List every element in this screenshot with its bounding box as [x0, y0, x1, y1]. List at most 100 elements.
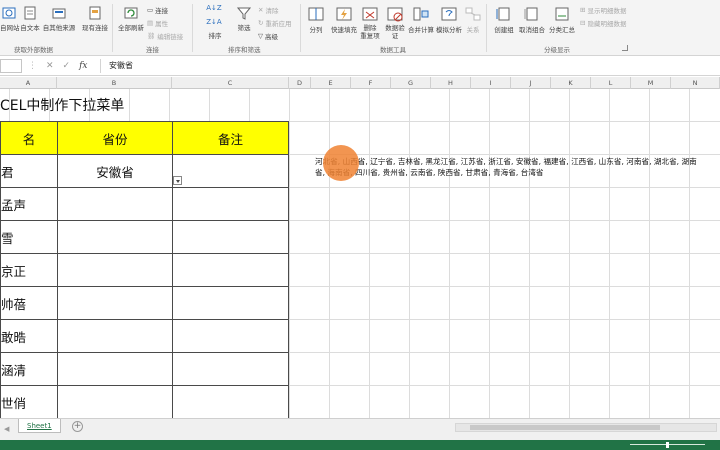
province-cell[interactable] — [57, 286, 173, 320]
consolidate-button[interactable]: 合并计算 — [408, 6, 434, 34]
web-icon — [2, 7, 16, 19]
name-box[interactable] — [0, 59, 22, 73]
tab-prev-icon[interactable]: ◀ — [4, 425, 9, 433]
advanced-filter-button[interactable]: ▽ 高级 — [258, 31, 278, 41]
column-header-c[interactable]: C — [172, 77, 289, 89]
worksheet-grid[interactable]: CEL中制作下拉菜单 名 省份 备注 君 安徽省 孟声 雪 京正 帅蓓 敢晧 涵… — [0, 89, 720, 418]
filter-button[interactable]: 筛选 — [234, 6, 254, 32]
clear-filter-button[interactable]: ✕ 清除 — [258, 5, 278, 15]
from-web-button[interactable]: 自网站 — [0, 6, 20, 32]
column-header-e[interactable]: E — [311, 77, 351, 89]
data-validation-button[interactable]: 数据验 证 — [384, 6, 406, 40]
horizontal-scrollbar[interactable] — [455, 423, 717, 432]
note-cell[interactable] — [172, 352, 289, 386]
column-header-d[interactable]: D — [289, 77, 311, 89]
note-cell[interactable] — [172, 253, 289, 287]
reapply-button[interactable]: ↻ 重新应用 — [258, 18, 291, 28]
remove-duplicates-label: 删除 重复项 — [360, 24, 380, 40]
filter-label: 筛选 — [237, 24, 251, 32]
province-cell[interactable] — [57, 319, 173, 353]
column-header-f[interactable]: F — [351, 77, 391, 89]
name-cell[interactable]: 京正 — [0, 253, 58, 287]
from-text-button[interactable]: 自文本 — [20, 6, 40, 32]
province-cell[interactable] — [57, 187, 173, 221]
add-sheet-icon[interactable]: + — [72, 421, 83, 432]
show-detail-button[interactable]: ⊞ 显示明细数据 — [580, 5, 626, 15]
properties-button[interactable]: ▤ 属性 — [147, 18, 168, 28]
edit-links-label: 编辑链接 — [157, 33, 184, 41]
text-to-columns-button[interactable]: 分列 — [306, 6, 326, 34]
province-cell[interactable] — [57, 253, 173, 287]
province-cell[interactable] — [57, 352, 173, 386]
header-cell-province[interactable]: 省份 — [57, 121, 173, 155]
note-cell[interactable] — [172, 187, 289, 221]
connections-button[interactable]: ▭ 连接 — [147, 5, 168, 15]
sort-az-button[interactable]: A↓Z — [204, 4, 224, 14]
name-cell[interactable]: 帅蓓 — [0, 286, 58, 320]
note-cell[interactable] — [172, 154, 289, 188]
formula-input[interactable]: 安徽省 — [100, 59, 720, 73]
sort-za-button[interactable]: Z↓A — [204, 18, 224, 28]
clear-filter-label: 清除 — [265, 7, 279, 15]
column-header-b[interactable]: B — [57, 77, 172, 89]
column-header-h[interactable]: H — [431, 77, 471, 89]
edit-links-button[interactable]: ⛓ 编辑链接 — [147, 31, 183, 41]
advanced-filter-label: 高级 — [265, 33, 278, 41]
column-header-n[interactable]: N — [671, 77, 720, 89]
province-cell-selected[interactable]: 安徽省 — [57, 154, 173, 188]
ungroup-button[interactable]: 取消组合 — [518, 6, 546, 34]
sheet-title[interactable]: CEL中制作下拉菜单 — [0, 95, 124, 115]
show-detail-label: 显示明细数据 — [587, 7, 627, 15]
name-cell[interactable]: 雪 — [0, 220, 58, 254]
enter-icon[interactable]: ✓ — [63, 61, 71, 71]
ungroup-icon — [524, 7, 538, 21]
cancel-icon[interactable]: ✕ — [46, 61, 54, 71]
note-cell[interactable] — [172, 286, 289, 320]
refresh-all-button[interactable]: 全部刷新 — [116, 6, 146, 32]
header-cell-name[interactable]: 名 — [0, 121, 58, 155]
name-cell[interactable]: 敢晧 — [0, 319, 58, 353]
column-header-k[interactable]: K — [551, 77, 591, 89]
subtotal-button[interactable]: 分类汇总 — [548, 6, 576, 34]
province-cell[interactable] — [57, 220, 173, 254]
relationships-button[interactable]: 关系 — [464, 6, 482, 34]
dropdown-arrow-icon[interactable] — [173, 176, 182, 185]
province-cell[interactable] — [57, 385, 173, 418]
column-header-m[interactable]: M — [631, 77, 671, 89]
name-cell[interactable]: 世俏 — [0, 385, 58, 418]
data-validation-label: 数据验 证 — [385, 24, 405, 40]
existing-connections-button[interactable]: 现有连接 — [80, 6, 110, 32]
note-cell[interactable] — [172, 319, 289, 353]
table-row: 君 安徽省 — [0, 154, 289, 188]
data-validation-icon — [387, 7, 403, 22]
clear-filter-icon: ✕ — [258, 6, 264, 14]
name-cell[interactable]: 涵清 — [0, 352, 58, 386]
hide-detail-button[interactable]: ⊟ 隐藏明细数据 — [580, 18, 626, 28]
column-header-g[interactable]: G — [391, 77, 431, 89]
zoom-slider-thumb[interactable] — [666, 442, 669, 448]
flash-fill-button[interactable]: 快速填充 — [330, 6, 358, 34]
group-button[interactable]: 创建组 — [492, 6, 516, 34]
column-header-j[interactable]: J — [511, 77, 551, 89]
column-header-a[interactable]: A — [0, 77, 57, 89]
column-header-i[interactable]: I — [471, 77, 511, 89]
outline-dialog-launcher-icon[interactable] — [622, 45, 628, 51]
column-header-l[interactable]: L — [591, 77, 631, 89]
insert-function-icon[interactable]: fx — [79, 61, 87, 71]
province-list-line-1[interactable]: 河北省, 山西省, 辽宁省, 吉林省, 黑龙江省, 江苏省, 浙江省, 安徽省,… — [315, 156, 697, 167]
name-cell[interactable]: 君 — [0, 154, 58, 188]
note-cell[interactable] — [172, 220, 289, 254]
consolidate-label: 合并计算 — [408, 26, 434, 34]
scrollbar-thumb[interactable] — [470, 425, 660, 430]
ribbon-separator — [112, 4, 113, 52]
from-other-sources-button[interactable]: 自其他来源 — [42, 6, 76, 32]
mouse-cursor-highlight — [323, 145, 359, 181]
remove-duplicates-button[interactable]: 删除 重复项 — [360, 6, 380, 40]
header-cell-note[interactable]: 备注 — [172, 121, 289, 155]
consolidate-icon — [413, 7, 429, 21]
name-cell[interactable]: 孟声 — [0, 187, 58, 221]
sort-button[interactable]: 排序 — [205, 30, 225, 40]
sheet-tab-sheet1[interactable]: Sheet1 — [18, 419, 61, 433]
what-if-analysis-button[interactable]: 模拟分析 — [436, 6, 462, 34]
note-cell[interactable] — [172, 385, 289, 418]
